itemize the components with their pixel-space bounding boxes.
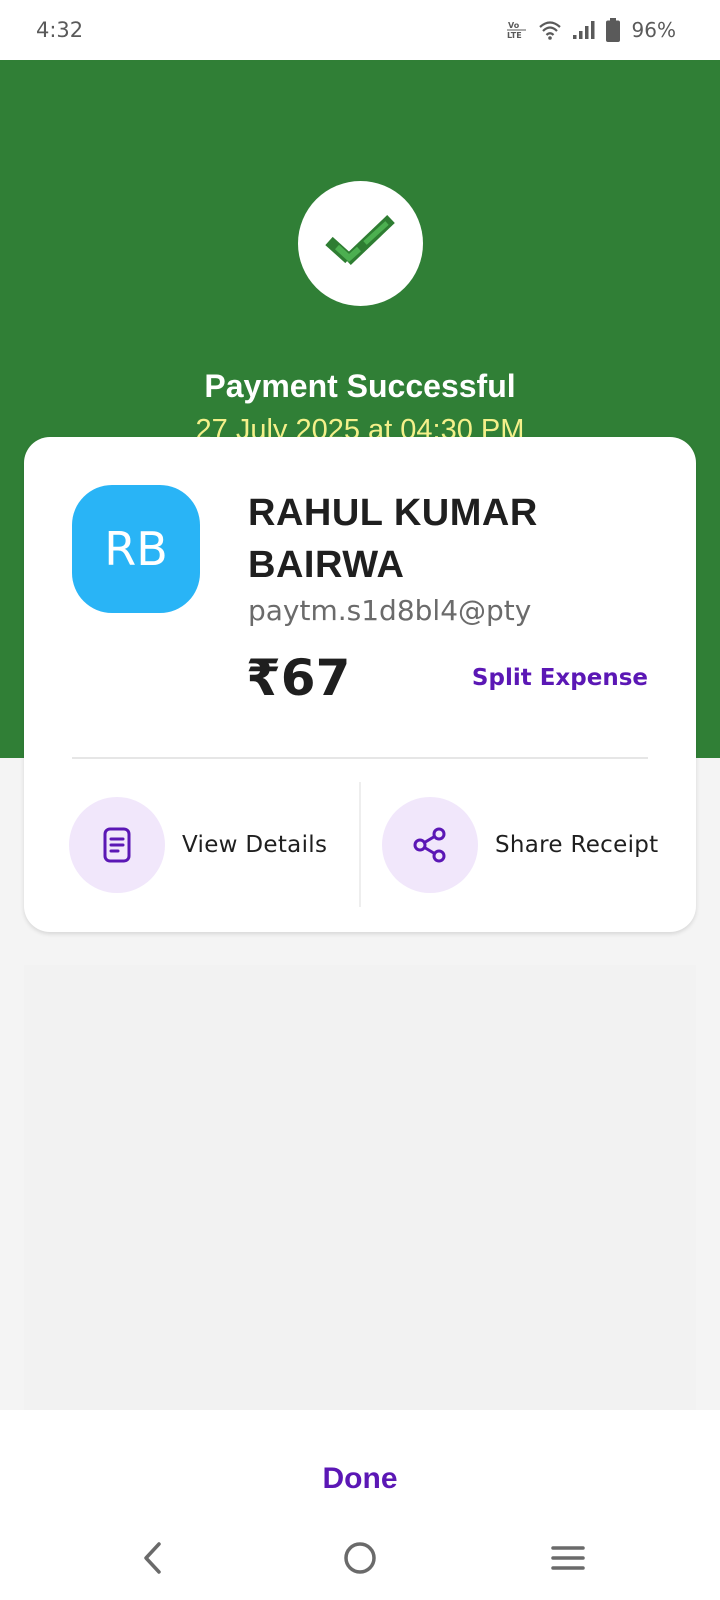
actions-divider bbox=[359, 782, 361, 907]
check-icon bbox=[324, 211, 397, 276]
status-time: 4:32 bbox=[36, 18, 84, 42]
split-expense-button[interactable]: Split Expense bbox=[472, 665, 648, 691]
payment-amount: ₹67 bbox=[246, 649, 351, 707]
payee-name: RAHUL KUMAR BAIRWA bbox=[248, 492, 538, 586]
nav-back-button[interactable] bbox=[123, 1530, 183, 1590]
signal-icon bbox=[572, 19, 596, 41]
home-icon bbox=[342, 1540, 378, 1581]
svg-text:LTE: LTE bbox=[507, 31, 522, 40]
share-receipt-label: Share Receipt bbox=[495, 832, 659, 858]
battery-icon bbox=[605, 18, 620, 42]
menu-icon bbox=[550, 1543, 586, 1578]
wifi-icon bbox=[538, 19, 562, 41]
payment-card: RB RAHUL KUMAR BAIRWA paytm.s1d8bl4@pty … bbox=[24, 437, 696, 932]
back-icon bbox=[138, 1541, 168, 1580]
document-icon bbox=[69, 797, 165, 893]
avatar: RB bbox=[72, 485, 200, 613]
content-placeholder bbox=[24, 965, 696, 1410]
status-bar: 4:32 Vo LTE 96% bbox=[0, 0, 720, 60]
view-details-button[interactable]: View Details bbox=[69, 797, 327, 893]
status-icons: Vo LTE 96% bbox=[506, 18, 676, 42]
payment-status-title: Payment Successful bbox=[204, 368, 516, 404]
payee-upi-id: paytm.s1d8bl4@pty bbox=[248, 594, 532, 627]
avatar-initials: RB bbox=[104, 522, 168, 576]
bottom-bar: Done bbox=[0, 1410, 720, 1600]
volte-icon: Vo LTE bbox=[506, 19, 528, 41]
view-details-label: View Details bbox=[182, 832, 328, 858]
share-receipt-button[interactable]: Share Receipt bbox=[382, 797, 659, 893]
done-button[interactable]: Done bbox=[0, 1462, 720, 1496]
nav-recents-button[interactable] bbox=[538, 1530, 598, 1590]
success-badge bbox=[298, 181, 423, 306]
share-icon bbox=[382, 797, 478, 893]
nav-home-button[interactable] bbox=[330, 1530, 390, 1590]
svg-text:Vo: Vo bbox=[508, 21, 520, 30]
battery-percent: 96% bbox=[631, 18, 676, 42]
card-divider bbox=[72, 757, 648, 759]
